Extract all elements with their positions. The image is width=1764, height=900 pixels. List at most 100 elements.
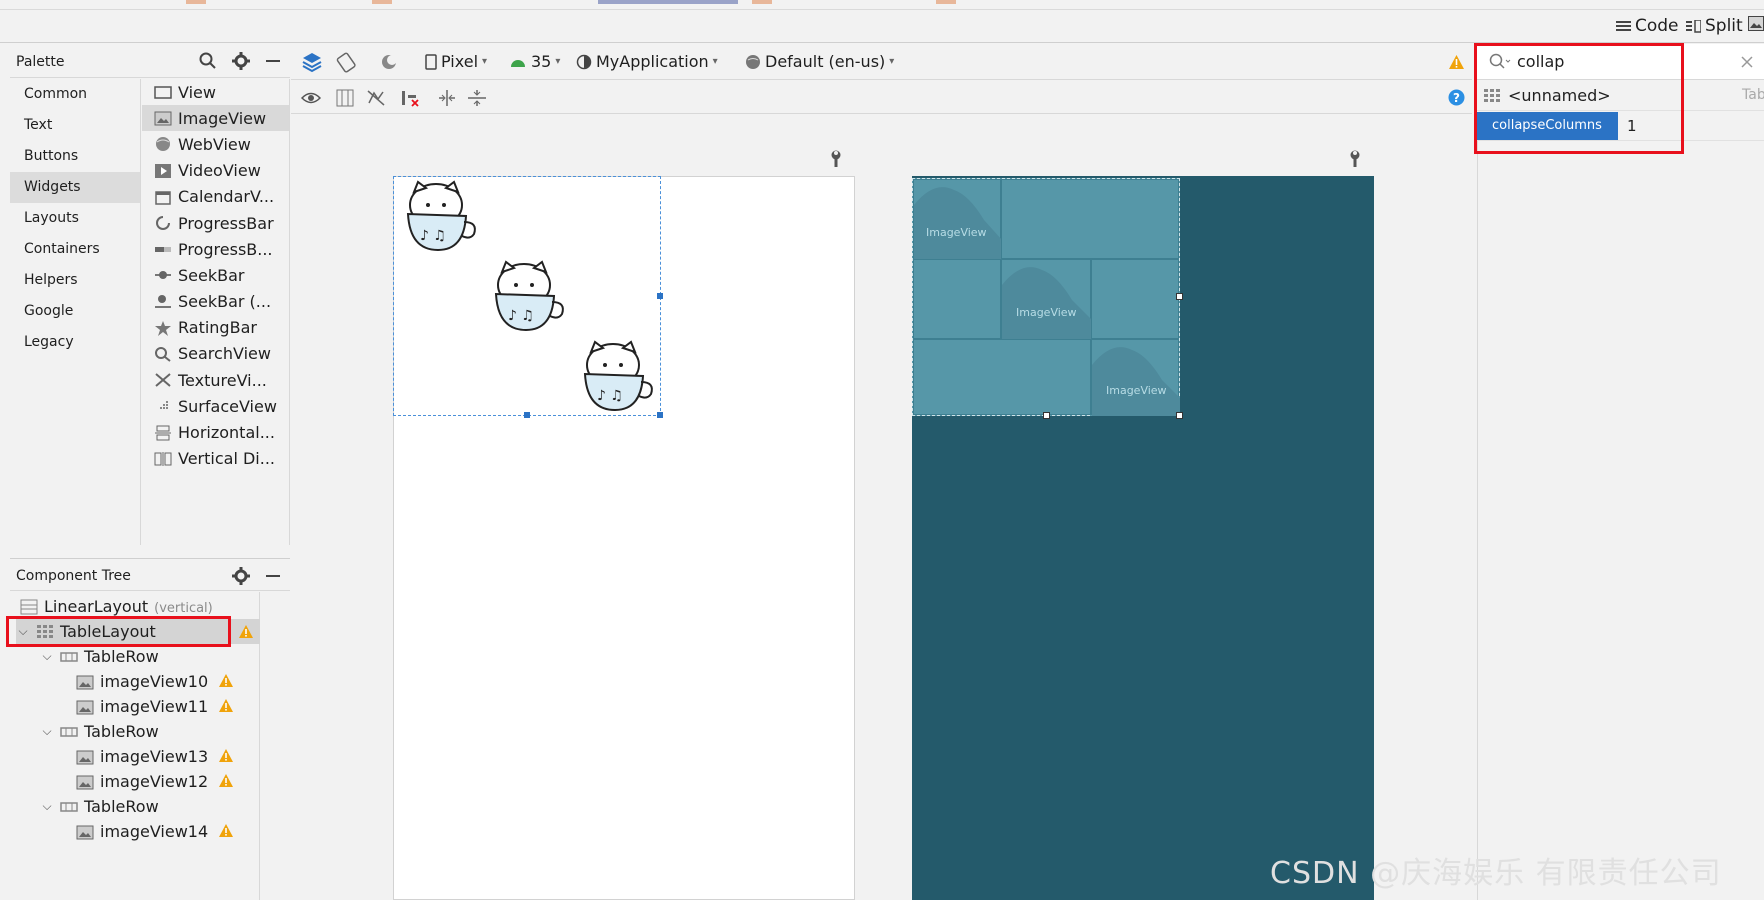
gear-icon[interactable]	[232, 52, 250, 70]
minimize-icon[interactable]	[265, 567, 281, 585]
component-tree-title: Component Tree	[16, 568, 131, 584]
close-icon[interactable]	[1741, 56, 1753, 68]
category-buttons[interactable]: Buttons	[10, 141, 140, 172]
blueprint-imageview-cell[interactable]: ImageView	[913, 179, 1002, 260]
category-legacy[interactable]: Legacy	[10, 327, 140, 358]
highlight-box-attributes	[1474, 43, 1684, 154]
palette-item-seekbar-discrete[interactable]: SeekBar (...	[142, 289, 289, 315]
split-mode-button[interactable]: Split	[1686, 16, 1743, 36]
palette-item-webview[interactable]: WebView	[142, 131, 289, 157]
palette-item-view[interactable]: View	[142, 79, 289, 105]
resize-handle[interactable]	[657, 412, 663, 418]
palette-item-surfaceview[interactable]: SurfaceView	[142, 393, 289, 419]
pack-horizontal-icon[interactable]	[437, 89, 457, 107]
palette-item-progressbar-horizontal[interactable]: ProgressB...	[142, 236, 289, 262]
chevron-down-icon[interactable]: ⌵	[40, 799, 54, 814]
tree-node-imageview[interactable]: imageView11	[76, 694, 234, 719]
device-dropdown[interactable]: Pixel ▾	[425, 52, 487, 71]
tree-node-tablerow[interactable]: ⌵ TableRow	[40, 644, 230, 669]
clear-constraints-icon[interactable]	[401, 89, 421, 107]
warning-icon[interactable]	[218, 698, 234, 713]
chevron-down-icon: ▾	[889, 56, 895, 67]
category-text[interactable]: Text	[10, 110, 140, 141]
palette-item-label: SearchView	[178, 344, 271, 364]
warning-icon[interactable]	[1448, 54, 1465, 70]
phone-icon	[425, 53, 437, 70]
tree-node-imageview[interactable]: imageView13	[76, 744, 234, 769]
tree-node-label: imageView11	[100, 697, 209, 716]
palette-item-label: Vertical Di...	[178, 449, 275, 469]
palette-item-seekbar[interactable]: SeekBar	[142, 262, 289, 288]
palette-item-vertical-divider[interactable]: Vertical Di...	[142, 446, 289, 472]
tree-node-label: LinearLayout	[44, 597, 149, 616]
warning-icon[interactable]	[218, 823, 234, 838]
tree-node-tablerow[interactable]: ⌵ TableRow	[40, 719, 230, 744]
palette-item-label: SeekBar	[178, 265, 245, 285]
blueprint-tablelayout[interactable]: ImageView ImageView ImageView	[912, 178, 1180, 416]
palette-item-calendarview[interactable]: CalendarV...	[142, 184, 289, 210]
minimize-icon[interactable]	[265, 52, 281, 70]
gear-icon[interactable]	[232, 567, 250, 585]
palette-item-label: TextureVi...	[178, 370, 267, 390]
palette-item-label: CalendarV...	[178, 187, 275, 207]
warning-icon[interactable]	[218, 673, 234, 688]
tree-node-imageview[interactable]: imageView10	[76, 669, 234, 694]
warning-icon[interactable]	[218, 773, 234, 788]
search-icon[interactable]	[199, 52, 217, 70]
tree-node-imageview[interactable]: imageView12	[76, 769, 234, 794]
wrench-icon[interactable]	[1348, 150, 1362, 168]
table-row-icon	[60, 651, 78, 662]
design-toolbar-secondary: ?	[291, 81, 1472, 114]
resize-handle[interactable]	[524, 412, 530, 418]
chevron-down-icon[interactable]: ⌵	[40, 724, 54, 739]
design-mode-button[interactable]	[1748, 16, 1764, 31]
api-dropdown[interactable]: 35 ▾	[509, 52, 560, 71]
api-label: 35	[531, 52, 552, 71]
warning-icon[interactable]	[218, 748, 234, 763]
tree-node-imageview[interactable]: imageView14	[76, 819, 234, 844]
category-common[interactable]: Common	[10, 79, 140, 110]
wrench-icon[interactable]	[829, 150, 843, 168]
chevron-down-icon[interactable]: ⌵	[40, 649, 54, 664]
palette-item-label: RatingBar	[178, 318, 257, 338]
locale-dropdown[interactable]: Default (en-us) ▾	[745, 52, 894, 71]
palette-item-ratingbar[interactable]: RatingBar	[142, 315, 289, 341]
orientation-icon[interactable]	[336, 51, 358, 73]
theme-dropdown[interactable]: MyApplication ▾	[576, 52, 718, 71]
tab-marker	[372, 0, 392, 4]
eye-icon[interactable]	[301, 89, 321, 107]
blueprint-imageview-cell[interactable]: ImageView	[1091, 339, 1180, 416]
tablelayout-selection-outline[interactable]	[393, 176, 661, 416]
editor-mode-bar: Code Split	[0, 10, 1764, 43]
category-containers[interactable]: Containers	[10, 234, 140, 265]
category-helpers[interactable]: Helpers	[10, 265, 140, 296]
tree-node-tablerow[interactable]: ⌵ TableRow	[40, 794, 230, 819]
columns-icon[interactable]	[336, 89, 354, 107]
category-layouts[interactable]: Layouts	[10, 203, 140, 234]
layers-icon[interactable]	[301, 51, 323, 73]
category-widgets[interactable]: Widgets	[10, 172, 140, 203]
palette-item-horizontal-divider[interactable]: Horizontal...	[142, 419, 289, 445]
code-mode-button[interactable]: Code	[1616, 16, 1679, 36]
resize-handle[interactable]	[1176, 412, 1183, 419]
resize-handle[interactable]	[657, 293, 663, 299]
night-mode-icon[interactable]	[379, 52, 399, 72]
palette-items: View ImageView WebView VideoView Calenda…	[142, 79, 290, 545]
resize-handle[interactable]	[1176, 293, 1183, 300]
svg-text:?: ?	[1453, 91, 1460, 105]
autoconnect-off-icon[interactable]	[366, 89, 386, 107]
resize-handle[interactable]	[1043, 412, 1050, 419]
warning-icon[interactable]	[238, 624, 254, 639]
lines-icon	[1616, 20, 1631, 31]
horizontal-divider-icon	[155, 425, 171, 441]
palette-item-imageview[interactable]: ImageView	[142, 105, 289, 132]
pack-vertical-icon[interactable]	[467, 89, 487, 107]
help-icon[interactable]: ?	[1448, 89, 1465, 106]
table-row-icon	[60, 801, 78, 812]
category-google[interactable]: Google	[10, 296, 140, 327]
blueprint-imageview-cell[interactable]: ImageView	[1001, 259, 1092, 340]
palette-item-searchview[interactable]: SearchView	[142, 341, 289, 367]
palette-item-textureview[interactable]: TextureVi...	[142, 367, 289, 393]
palette-item-progressbar[interactable]: ProgressBar	[142, 210, 289, 236]
palette-item-videoview[interactable]: VideoView	[142, 158, 289, 184]
